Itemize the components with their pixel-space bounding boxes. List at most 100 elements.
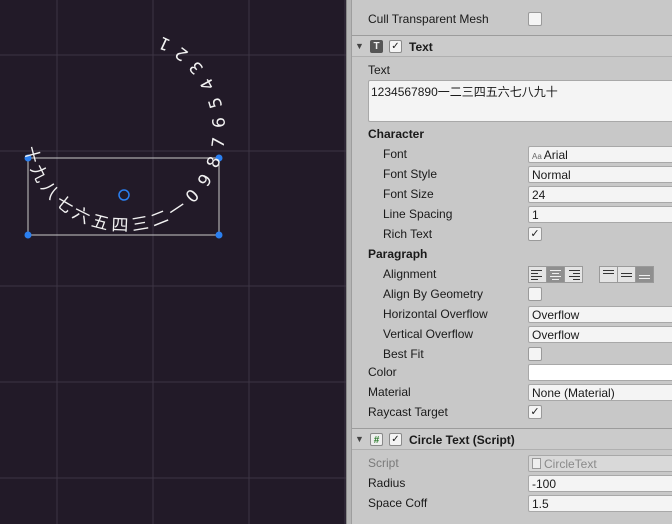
vertical-overflow-label: Vertical Overflow <box>383 327 474 341</box>
text-component-enabled-checkbox[interactable]: ✓ <box>389 40 402 53</box>
color-row: Color <box>352 362 672 382</box>
circle-text-glyph: 5 <box>205 95 227 111</box>
vertical-alignment-group <box>599 266 654 283</box>
best-fit-row: Best Fit <box>352 344 672 364</box>
corner-handle-bottom-right[interactable] <box>215 231 223 239</box>
circle-text-glyph: 十 <box>19 144 43 166</box>
horizontal-overflow-row: Horizontal Overflow Overflow <box>352 304 672 324</box>
horizontal-overflow-label: Horizontal Overflow <box>383 307 488 321</box>
circle-text-component-header[interactable]: ▼ # ✓ Circle Text (Script) <box>352 428 672 450</box>
raycast-target-label: Raycast Target <box>368 405 448 419</box>
alignment-row: Alignment <box>352 264 672 284</box>
radius-input[interactable]: -100 <box>528 475 672 492</box>
circle-text-glyph: 2 <box>172 42 193 64</box>
text-component-header[interactable]: ▼ T ✓ Text <box>352 35 672 57</box>
circle-text-glyph: 0 <box>182 186 204 208</box>
circle-text-glyph: 4 <box>197 74 220 93</box>
scene-view[interactable]: 1234567890一二三四五六七八九十 <box>0 0 346 524</box>
best-fit-checkbox[interactable] <box>528 347 542 361</box>
cull-transparent-mesh-row: Cull Transparent Mesh <box>352 9 672 29</box>
font-label: Font <box>383 147 408 161</box>
align-middle-button[interactable] <box>617 266 636 283</box>
radius-label: Radius <box>368 476 406 490</box>
text-component-title: Text <box>409 40 433 54</box>
character-header: Character <box>368 127 425 141</box>
raycast-target-row: Raycast Target ✓ <box>352 402 672 422</box>
color-label: Color <box>368 365 397 379</box>
paragraph-header-row: Paragraph <box>352 244 672 264</box>
circle-text-glyph: 五 <box>89 211 110 235</box>
paragraph-header: Paragraph <box>368 247 428 261</box>
font-size-input[interactable]: 24 <box>528 186 672 203</box>
font-field[interactable]: Aa Arial <box>528 146 672 163</box>
cull-transparent-mesh-label: Cull Transparent Mesh <box>368 12 489 26</box>
raycast-target-checkbox[interactable]: ✓ <box>528 405 542 419</box>
font-style-label: Font Style <box>383 167 438 181</box>
align-center-button[interactable] <box>546 266 565 283</box>
font-style-row: Font Style Normal <box>352 164 672 184</box>
line-spacing-label: Line Spacing <box>383 207 453 221</box>
font-style-dropdown[interactable]: Normal <box>528 166 672 183</box>
script-label: Script <box>368 456 399 470</box>
material-row: Material None (Material) <box>352 382 672 402</box>
corner-handle-bottom-left[interactable] <box>24 231 32 239</box>
script-row: Script CircleText <box>352 453 672 473</box>
character-header-row: Character <box>352 124 672 144</box>
script-component-icon: # <box>370 433 383 446</box>
circle-text-glyph: 一 <box>165 197 190 223</box>
circle-text-glyph: 三 <box>130 213 150 236</box>
font-size-row: Font Size 24 <box>352 184 672 204</box>
cull-transparent-mesh-checkbox[interactable] <box>528 12 542 26</box>
inspector-panel: Cull Transparent Mesh ▼ T ✓ Text Text 12… <box>352 0 672 524</box>
foldout-arrow-icon[interactable]: ▼ <box>355 434 364 444</box>
circle-text-glyph: 9 <box>194 171 217 191</box>
circle-text-glyph: 3 <box>186 57 208 78</box>
align-by-geometry-checkbox[interactable] <box>528 287 542 301</box>
horizontal-alignment-group <box>528 266 583 283</box>
space-coff-input[interactable]: 1.5 <box>528 495 672 512</box>
line-spacing-row: Line Spacing 1 <box>352 204 672 224</box>
rich-text-checkbox[interactable]: ✓ <box>528 227 542 241</box>
foldout-arrow-icon[interactable]: ▼ <box>355 41 364 51</box>
scene-grid <box>0 0 346 524</box>
scene-canvas[interactable]: 1234567890一二三四五六七八九十 <box>0 0 346 524</box>
circle-text-glyph: 7 <box>208 136 229 149</box>
space-coff-label: Space Coff <box>368 496 428 510</box>
align-by-geometry-label: Align By Geometry <box>383 287 484 301</box>
radius-row: Radius -100 <box>352 473 672 493</box>
best-fit-label: Best Fit <box>383 347 424 361</box>
circle-text-glyph: 6 <box>209 116 230 128</box>
text-component-icon: T <box>370 40 383 53</box>
space-coff-row: Space Coff 1.5 <box>352 493 672 513</box>
align-left-button[interactable] <box>528 266 547 283</box>
circle-text-glyph: 1 <box>155 32 173 55</box>
circle-text-component-title: Circle Text (Script) <box>409 433 515 447</box>
align-right-button[interactable] <box>564 266 583 283</box>
horizontal-overflow-dropdown[interactable]: Overflow <box>528 306 672 323</box>
font-row: Font Aa Arial <box>352 144 672 164</box>
circle-text-enabled-checkbox[interactable]: ✓ <box>389 433 402 446</box>
script-file-icon <box>532 458 541 469</box>
pivot-handle[interactable] <box>118 189 130 201</box>
align-by-geometry-row: Align By Geometry <box>352 284 672 304</box>
color-swatch[interactable] <box>528 364 672 381</box>
alignment-label: Alignment <box>383 267 437 281</box>
text-value-textarea[interactable]: 1234567890一二三四五六七八九十 <box>368 80 672 122</box>
material-field[interactable]: None (Material) <box>528 384 672 401</box>
align-bottom-button[interactable] <box>635 266 654 283</box>
font-value: Arial <box>543 148 568 162</box>
text-label: Text <box>368 63 391 77</box>
text-label-row: Text <box>352 60 672 80</box>
align-top-button[interactable] <box>599 266 618 283</box>
circle-text-glyph: 四 <box>111 216 129 237</box>
script-field: CircleText <box>528 455 672 472</box>
rich-text-row: Rich Text ✓ <box>352 224 672 244</box>
font-asset-icon: Aa <box>532 152 542 161</box>
vertical-overflow-dropdown[interactable]: Overflow <box>528 326 672 343</box>
rich-text-label: Rich Text <box>383 227 433 241</box>
circle-text-glyph: 8 <box>203 154 225 171</box>
line-spacing-input[interactable]: 1 <box>528 206 672 223</box>
font-size-label: Font Size <box>383 187 434 201</box>
material-label: Material <box>368 385 411 399</box>
circle-text-glyphs: 1234567890一二三四五六七八九十 <box>19 32 230 237</box>
